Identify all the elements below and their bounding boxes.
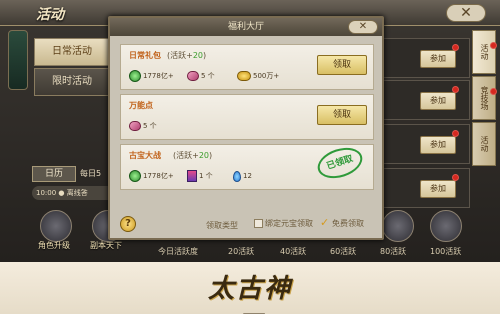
- progress-label: 今日活跃度: [158, 247, 198, 256]
- reward-coin: 500万+: [237, 69, 279, 83]
- character-upgrade-icon[interactable]: [40, 210, 72, 242]
- dialog-footer: ? 领取类型 绑定元宝领取 ✓ 免费领取: [110, 210, 382, 238]
- dungeon-label: 副本天下: [90, 241, 122, 250]
- join-button[interactable]: 参加: [420, 92, 456, 110]
- tab-daily-activity[interactable]: 日常活动: [34, 38, 110, 66]
- claimed-stamp: 已领取: [313, 142, 367, 184]
- card-activity: (活跃+20): [167, 51, 207, 60]
- progress-label: 20活跃: [228, 247, 255, 256]
- reward-chest-80-icon[interactable]: [382, 210, 414, 242]
- card-title: 日常礼包: [129, 51, 161, 60]
- checkbox-icon[interactable]: [254, 219, 263, 228]
- option-bound-ingot[interactable]: 绑定元宝领取: [254, 218, 313, 229]
- dialog-close-button[interactable]: ✕: [348, 20, 378, 34]
- card-title: 万能点: [129, 101, 153, 110]
- water-drop-icon: [233, 170, 241, 182]
- join-button[interactable]: 参加: [420, 180, 456, 198]
- window-close-button[interactable]: ✕: [446, 4, 486, 22]
- join-button[interactable]: 参加: [420, 136, 456, 154]
- progress-label: 60活跃: [330, 247, 357, 256]
- claim-type-label: 领取类型: [206, 221, 238, 230]
- reward-jade: 1778亿+: [129, 69, 174, 83]
- pill-icon: [129, 121, 141, 131]
- gift-icon: [187, 170, 197, 182]
- card-title: 古宝大战: [129, 151, 161, 160]
- jade-icon: [129, 170, 141, 182]
- window-title: 活动: [36, 7, 64, 23]
- progress-label: 100活跃: [430, 247, 462, 256]
- side-tab-activity[interactable]: 活动: [472, 30, 496, 74]
- tab-limited-activity[interactable]: 限时活动: [34, 68, 110, 96]
- progress-label: 40活跃: [280, 247, 307, 256]
- dialog-header: 福利大厅 ✕: [110, 18, 382, 36]
- reward-chest-100-icon[interactable]: [430, 210, 462, 242]
- game-logo: 太古神王: [207, 274, 292, 314]
- coin-icon: [237, 71, 251, 81]
- dialog-title: 福利大厅: [227, 22, 264, 32]
- reward-pill: 5 个: [129, 119, 157, 133]
- calendar-button[interactable]: 日历: [32, 166, 76, 182]
- claim-button[interactable]: 领取: [317, 55, 367, 75]
- red-dot-icon: [452, 130, 459, 137]
- reward-pill: 5 个: [187, 69, 215, 83]
- reward-card-daily: 日常礼包 (活跃+20) 1778亿+ 5 个 500万+ 领取: [120, 44, 374, 90]
- claim-button[interactable]: 领取: [317, 105, 367, 125]
- reward-card-universal: 万能点 5 个 领取: [120, 94, 374, 140]
- daily-text: 每日5: [80, 169, 102, 178]
- red-dot-icon: [452, 174, 459, 181]
- jade-icon: [129, 70, 141, 82]
- red-dot-icon: [490, 88, 497, 95]
- reward-gift: 1 个: [187, 169, 213, 183]
- card-activity: (活跃+20): [173, 151, 213, 160]
- reward-water: 12: [233, 169, 252, 183]
- progress-label: 80活跃: [380, 247, 407, 256]
- side-tab-other[interactable]: 活动: [472, 122, 496, 166]
- checkmark-icon[interactable]: ✓: [320, 217, 331, 229]
- red-dot-icon: [452, 86, 459, 93]
- character-upgrade-label: 角色升级: [38, 241, 70, 250]
- reward-card-ancient-battle: 古宝大战 (活跃+20) 1778亿+ 1 个 12 已领取: [120, 142, 374, 190]
- help-icon[interactable]: ?: [120, 216, 136, 232]
- welfare-hall-dialog: 福利大厅 ✕ 日常礼包 (活跃+20) 1778亿+ 5 个 500万+ 领取 …: [108, 16, 384, 240]
- side-tab-arena[interactable]: 竞技场: [472, 76, 496, 120]
- lantern-decoration-icon: [8, 30, 28, 90]
- pill-icon: [187, 71, 199, 81]
- join-button[interactable]: 参加: [420, 50, 456, 68]
- red-dot-icon: [490, 42, 497, 49]
- reward-jade: 1778亿+: [129, 169, 174, 183]
- red-dot-icon: [452, 44, 459, 51]
- option-free[interactable]: ✓ 免费领取: [320, 217, 364, 229]
